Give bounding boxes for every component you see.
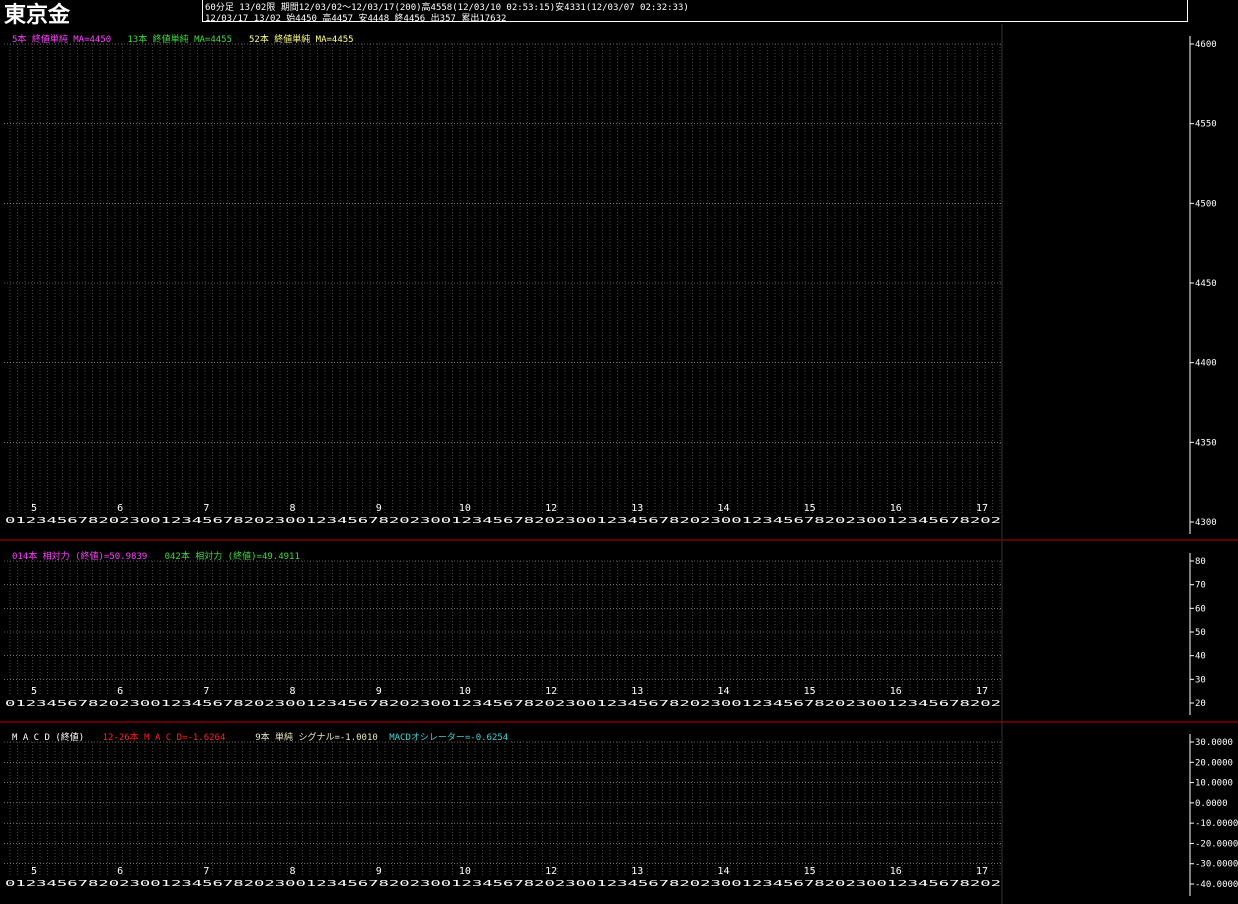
macd-date-label: 13 bbox=[631, 866, 643, 877]
price-ytick-label: 4300 bbox=[1195, 518, 1217, 528]
rsi-ytick-label: 50 bbox=[1195, 628, 1206, 638]
macd-legend-item: MACDオシレーター=-0.6254 bbox=[389, 732, 508, 743]
macd-date-label: 12 bbox=[545, 866, 557, 877]
rsi-date-label: 9 bbox=[376, 686, 382, 697]
price-ytick-label: 4350 bbox=[1195, 438, 1217, 448]
rsi-ytick-label: 20 bbox=[1195, 699, 1206, 709]
rsi-date-label: 10 bbox=[459, 686, 471, 697]
price-ytick-label: 4550 bbox=[1195, 120, 1217, 130]
macd-ytick-label: 30.0000 bbox=[1195, 738, 1233, 748]
price-ytick-label: 4400 bbox=[1195, 359, 1217, 369]
macd-date-label: 9 bbox=[376, 866, 382, 877]
macd-date-label: 16 bbox=[890, 866, 902, 877]
macd-ytick-label: -40.0000 bbox=[1195, 880, 1238, 890]
price-legend-item: 52本 終値単純 MA=4455 bbox=[249, 33, 354, 45]
rsi-ytick-label: 70 bbox=[1195, 581, 1206, 591]
macd-date-label: 14 bbox=[717, 866, 729, 877]
price-date-label: 17 bbox=[976, 503, 988, 514]
rsi-date-label: 14 bbox=[717, 686, 729, 697]
rsi-legend-item: 042本 相対力 (終値)=49.4911 bbox=[165, 550, 300, 562]
price-legend-item: 5本 終値単純 MA=4450 bbox=[12, 33, 111, 45]
chart-canvas: 4300 4350 4400 4450 4500 4550 4600 012345678202… bbox=[0, 24, 1238, 904]
price-legend-item: 13本 終値単純 MA=4455 bbox=[127, 33, 232, 45]
macd-panel: -40.0000 -30.0000 -20.0000 -10.0000 0.0000 10… bbox=[4, 731, 1238, 896]
macd-ytick-label: 10.0000 bbox=[1195, 779, 1233, 789]
rsi-panel: 20 30 40 50 60 70 80 01234567820230012345678202… bbox=[4, 550, 1206, 715]
price-date-label: 13 bbox=[631, 503, 643, 514]
price-date-label: 10 bbox=[459, 503, 471, 514]
macd-date-label: 7 bbox=[203, 866, 209, 877]
rsi-ytick-label: 60 bbox=[1195, 604, 1206, 614]
price-hour-strip: 0123456782023001234567820230012345678202… bbox=[5, 516, 1001, 525]
rsi-date-label: 8 bbox=[290, 686, 296, 697]
rsi-date-label: 13 bbox=[631, 686, 643, 697]
macd-legend-item: M A C D (終値) bbox=[12, 731, 84, 743]
price-date-label: 16 bbox=[890, 503, 902, 514]
price-date-label: 7 bbox=[203, 503, 209, 514]
rsi-date-label: 15 bbox=[804, 686, 816, 697]
macd-date-label: 15 bbox=[804, 866, 816, 877]
macd-date-label: 17 bbox=[976, 866, 988, 877]
rsi-ytick-label: 30 bbox=[1195, 675, 1206, 685]
price-date-label: 12 bbox=[545, 503, 557, 514]
price-date-label: 14 bbox=[717, 503, 729, 514]
macd-date-label: 6 bbox=[117, 866, 123, 877]
macd-date-label: 5 bbox=[31, 866, 37, 877]
macd-ytick-label: -10.0000 bbox=[1195, 819, 1238, 829]
macd-ytick-label: 0.0000 bbox=[1195, 799, 1228, 809]
macd-date-label: 8 bbox=[290, 866, 296, 877]
rsi-date-label: 6 bbox=[117, 686, 123, 697]
rsi-date-label: 5 bbox=[31, 686, 37, 697]
price-date-label: 9 bbox=[376, 503, 382, 514]
macd-legend-item: 12-26本 M A C D=-1.6264 bbox=[103, 731, 226, 743]
price-date-label: 15 bbox=[804, 503, 816, 514]
rsi-ytick-label: 40 bbox=[1195, 652, 1206, 662]
macd-legend-item: 9本 単純 シグナル=-1.0010 bbox=[255, 731, 378, 743]
rsi-ytick-label: 80 bbox=[1195, 557, 1206, 567]
rsi-hour-strip: 0123456782023001234567820230012345678202… bbox=[5, 699, 1001, 708]
macd-ytick-label: -30.0000 bbox=[1195, 860, 1238, 870]
rsi-legend-item: 014本 相対力 (終値)=50.9839 bbox=[12, 550, 147, 562]
macd-date-label: 10 bbox=[459, 866, 471, 877]
rsi-date-label: 12 bbox=[545, 686, 557, 697]
macd-ytick-label: 20.0000 bbox=[1195, 758, 1233, 768]
price-date-label: 8 bbox=[290, 503, 296, 514]
macd-hour-strip: 0123456782023001234567820230012345678202… bbox=[5, 879, 1001, 888]
price-ytick-label: 4450 bbox=[1195, 279, 1217, 289]
price-panel: 4300 4350 4400 4450 4500 4550 4600 012345678202… bbox=[4, 33, 1217, 534]
rsi-date-label: 7 bbox=[203, 686, 209, 697]
price-ytick-label: 4600 bbox=[1195, 40, 1217, 50]
price-date-label: 6 bbox=[117, 503, 123, 514]
price-ytick-label: 4500 bbox=[1195, 199, 1217, 209]
price-date-label: 5 bbox=[31, 503, 37, 514]
rsi-date-label: 17 bbox=[976, 686, 988, 697]
rsi-date-label: 16 bbox=[890, 686, 902, 697]
macd-ytick-label: -20.0000 bbox=[1195, 839, 1238, 849]
